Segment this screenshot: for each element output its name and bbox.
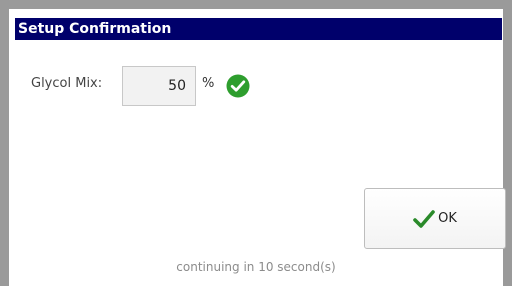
check-circle-icon (226, 74, 250, 98)
dialog-title: Setup Confirmation (15, 18, 502, 40)
glycol-mix-value: 50 (122, 66, 196, 106)
glycol-mix-unit: % (202, 76, 215, 91)
countdown-status: continuing in 10 second(s) (176, 260, 336, 274)
dialog-titlebar: Setup Confirmation (9, 9, 503, 41)
glycol-mix-label: Glycol Mix: (31, 76, 103, 91)
ok-button[interactable]: OK (364, 188, 506, 249)
checkmark-icon (413, 209, 435, 228)
ok-button-label: OK (438, 211, 457, 226)
